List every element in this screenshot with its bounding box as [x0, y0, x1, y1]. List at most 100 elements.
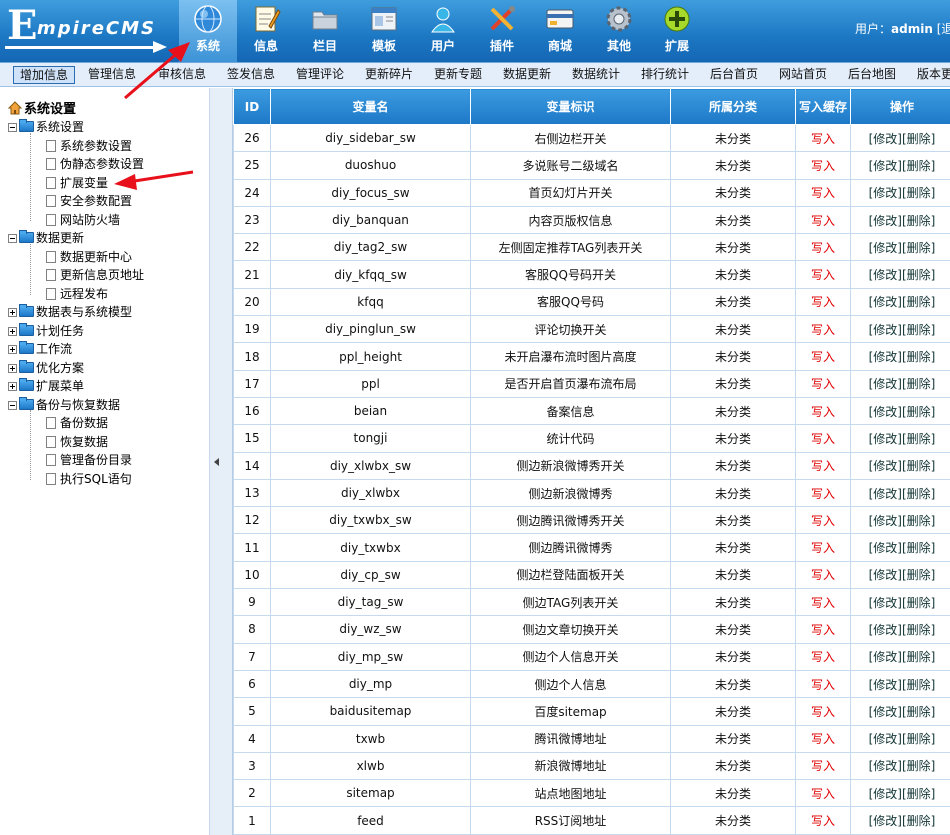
write-cache-link[interactable]: 写入 — [795, 151, 851, 180]
delete-link[interactable]: [删除] — [902, 459, 935, 473]
delete-link[interactable]: [删除] — [902, 350, 935, 364]
edit-link[interactable]: [修改] — [869, 759, 902, 773]
tree-item-0-3[interactable]: 安全参数配置 — [46, 192, 132, 210]
expand-toggle-icon[interactable] — [8, 382, 17, 391]
toolbar-link-5[interactable]: 更新碎片 — [359, 66, 419, 84]
write-cache-link[interactable]: 写入 — [795, 642, 851, 671]
tree-item-0-1[interactable]: 伪静态参数设置 — [46, 155, 144, 173]
delete-link[interactable]: [删除] — [902, 732, 935, 746]
delete-link[interactable]: [删除] — [902, 268, 935, 282]
expand-toggle-icon[interactable] — [8, 326, 17, 336]
tree-item-7-3[interactable]: 执行SQL语句 — [46, 470, 132, 488]
write-cache-link[interactable]: 写入 — [795, 669, 851, 699]
delete-link[interactable]: [删除] — [902, 787, 935, 801]
write-cache-link[interactable]: 写入 — [795, 123, 851, 153]
expand-toggle-icon[interactable] — [8, 363, 17, 373]
write-cache-link[interactable]: 写入 — [795, 615, 851, 644]
nav-tab-0[interactable]: 系统 — [179, 0, 237, 62]
write-cache-link[interactable]: 写入 — [795, 779, 851, 808]
write-cache-link[interactable]: 写入 — [795, 697, 851, 726]
edit-link[interactable]: [修改] — [869, 350, 902, 364]
tree-item-1-0[interactable]: 数据更新中心 — [46, 248, 132, 266]
write-cache-link[interactable]: 写入 — [795, 178, 851, 207]
tree-group-7[interactable]: 备份与恢复数据 — [8, 396, 120, 414]
toolbar-link-6[interactable]: 更新专题 — [428, 66, 488, 84]
toolbar-link-4[interactable]: 管理评论 — [290, 66, 350, 84]
tree-group-4[interactable]: 工作流 — [8, 340, 72, 358]
collapse-toggle-icon[interactable] — [8, 400, 17, 410]
nav-tab-7[interactable]: 其他 — [590, 0, 648, 62]
edit-link[interactable]: [修改] — [869, 596, 902, 610]
tree-item-0-0[interactable]: 系统参数设置 — [46, 137, 132, 155]
toolbar-link-1[interactable]: 管理信息 — [82, 66, 142, 84]
sidebar-splitter[interactable] — [210, 88, 233, 835]
delete-link[interactable]: [删除] — [902, 814, 935, 828]
write-cache-link[interactable]: 写入 — [795, 287, 851, 317]
write-cache-link[interactable]: 写入 — [795, 588, 851, 617]
edit-link[interactable]: [修改] — [869, 295, 902, 309]
tree-group-1[interactable]: 数据更新 — [8, 229, 84, 247]
toolbar-link-12[interactable]: 后台地图 — [842, 66, 902, 84]
edit-link[interactable]: [修改] — [869, 650, 902, 664]
toolbar-link-13[interactable]: 版本更 — [911, 66, 950, 84]
toolbar-link-3[interactable]: 签发信息 — [221, 66, 281, 84]
delete-link[interactable]: [删除] — [902, 596, 935, 610]
write-cache-link[interactable]: 写入 — [795, 751, 851, 781]
collapse-toggle-icon[interactable] — [8, 123, 17, 132]
expand-toggle-icon[interactable] — [8, 308, 17, 317]
write-cache-link[interactable]: 写入 — [795, 205, 851, 235]
toolbar-link-10[interactable]: 后台首页 — [704, 66, 764, 84]
edit-link[interactable]: [修改] — [869, 432, 902, 446]
edit-link[interactable]: [修改] — [869, 159, 902, 173]
tree-group-5[interactable]: 优化方案 — [8, 359, 84, 377]
write-cache-link[interactable]: 写入 — [795, 315, 851, 344]
delete-link[interactable]: [删除] — [902, 487, 935, 501]
toolbar-link-9[interactable]: 排行统计 — [635, 66, 695, 84]
edit-link[interactable]: [修改] — [869, 186, 902, 200]
write-cache-link[interactable]: 写入 — [795, 506, 851, 535]
edit-link[interactable]: [修改] — [869, 787, 902, 801]
tree-item-7-1[interactable]: 恢复数据 — [46, 433, 108, 451]
nav-tab-3[interactable]: 模板 — [355, 0, 413, 62]
tree-group-2[interactable]: 数据表与系统模型 — [8, 303, 132, 321]
tree-group-6[interactable]: 扩展菜单 — [8, 377, 84, 395]
tree-item-7-0[interactable]: 备份数据 — [46, 414, 108, 432]
write-cache-link[interactable]: 写入 — [795, 533, 851, 562]
edit-link[interactable]: [修改] — [869, 132, 902, 146]
tree-item-0-2[interactable]: 扩展变量 — [46, 174, 108, 192]
tree-item-1-2[interactable]: 远程发布 — [46, 285, 108, 303]
edit-link[interactable]: [修改] — [869, 487, 902, 501]
write-cache-link[interactable]: 写入 — [795, 451, 851, 480]
collapse-arrow-icon[interactable] — [214, 458, 219, 466]
delete-link[interactable]: [删除] — [902, 132, 935, 146]
delete-link[interactable]: [删除] — [902, 705, 935, 719]
logout-link[interactable]: [退 — [937, 22, 950, 36]
delete-link[interactable]: [删除] — [902, 186, 935, 200]
write-cache-link[interactable]: 写入 — [795, 478, 851, 508]
nav-tab-4[interactable]: 用户 — [414, 0, 472, 62]
edit-link[interactable]: [修改] — [869, 214, 902, 228]
write-cache-link[interactable]: 写入 — [795, 260, 851, 289]
delete-link[interactable]: [删除] — [902, 432, 935, 446]
edit-link[interactable]: [修改] — [869, 514, 902, 528]
edit-link[interactable]: [修改] — [869, 541, 902, 555]
delete-link[interactable]: [删除] — [902, 323, 935, 337]
tree-group-0[interactable]: 系统设置 — [8, 118, 84, 136]
delete-link[interactable]: [删除] — [902, 514, 935, 528]
write-cache-link[interactable]: 写入 — [795, 724, 851, 753]
nav-tab-8[interactable]: 扩展 — [648, 0, 706, 62]
write-cache-link[interactable]: 写入 — [795, 396, 851, 426]
toolbar-link-0[interactable]: 增加信息 — [13, 66, 76, 84]
toolbar-link-8[interactable]: 数据统计 — [566, 66, 626, 84]
edit-link[interactable]: [修改] — [869, 623, 902, 637]
nav-tab-2[interactable]: 栏目 — [296, 0, 354, 62]
edit-link[interactable]: [修改] — [869, 268, 902, 282]
delete-link[interactable]: [删除] — [902, 241, 935, 255]
nav-tab-5[interactable]: 插件 — [473, 0, 531, 62]
tree-item-0-4[interactable]: 网站防火墙 — [46, 211, 120, 229]
delete-link[interactable]: [删除] — [902, 295, 935, 309]
delete-link[interactable]: [删除] — [902, 405, 935, 419]
edit-link[interactable]: [修改] — [869, 705, 902, 719]
tree-item-7-2[interactable]: 管理备份目录 — [46, 451, 132, 469]
nav-tab-6[interactable]: 商城 — [531, 0, 589, 62]
